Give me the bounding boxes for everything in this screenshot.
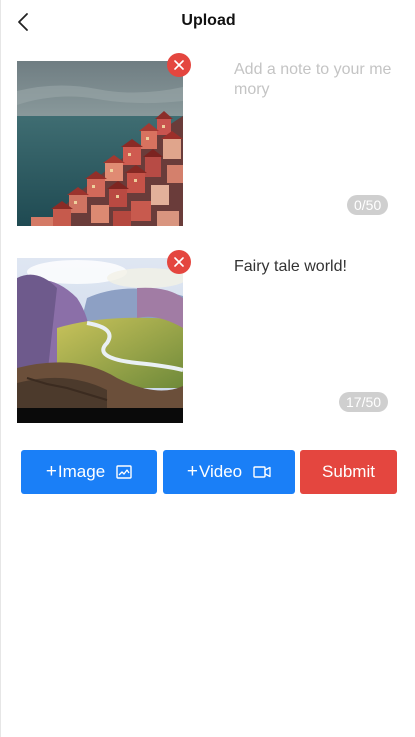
submit-button[interactable]: Submit [300, 450, 397, 494]
action-bar: + Image + Video Submit [1, 450, 415, 494]
fairy-tale-valley-image [17, 258, 183, 423]
upload-item: Fairy tale world! 17/50 [1, 249, 415, 429]
close-icon [174, 60, 184, 70]
character-counter: 17/50 [339, 392, 389, 412]
add-video-label: Video [198, 462, 243, 481]
note-input[interactable]: Fairy tale world! [234, 257, 394, 387]
upload-item: Add a note to your memory 0/50 [1, 52, 415, 232]
coastal-town-image [17, 61, 183, 226]
add-image-button[interactable]: + Image [21, 450, 157, 494]
header: Upload [1, 0, 415, 44]
image-icon [116, 465, 132, 479]
remove-item-button[interactable] [167, 53, 191, 77]
uploaded-image-thumbnail[interactable] [17, 61, 183, 226]
video-camera-icon [253, 466, 271, 478]
note-input[interactable]: Add a note to your memory [234, 60, 394, 190]
remove-item-button[interactable] [167, 250, 191, 274]
uploaded-image-thumbnail[interactable] [17, 258, 183, 423]
character-counter: 0/50 [347, 195, 389, 215]
plus-icon: + [45, 461, 57, 482]
page-title: Upload [181, 12, 236, 29]
close-icon [174, 257, 184, 267]
add-video-button[interactable]: + Video [163, 450, 295, 494]
add-image-label: Image [57, 462, 106, 481]
plus-icon: + [186, 461, 198, 482]
